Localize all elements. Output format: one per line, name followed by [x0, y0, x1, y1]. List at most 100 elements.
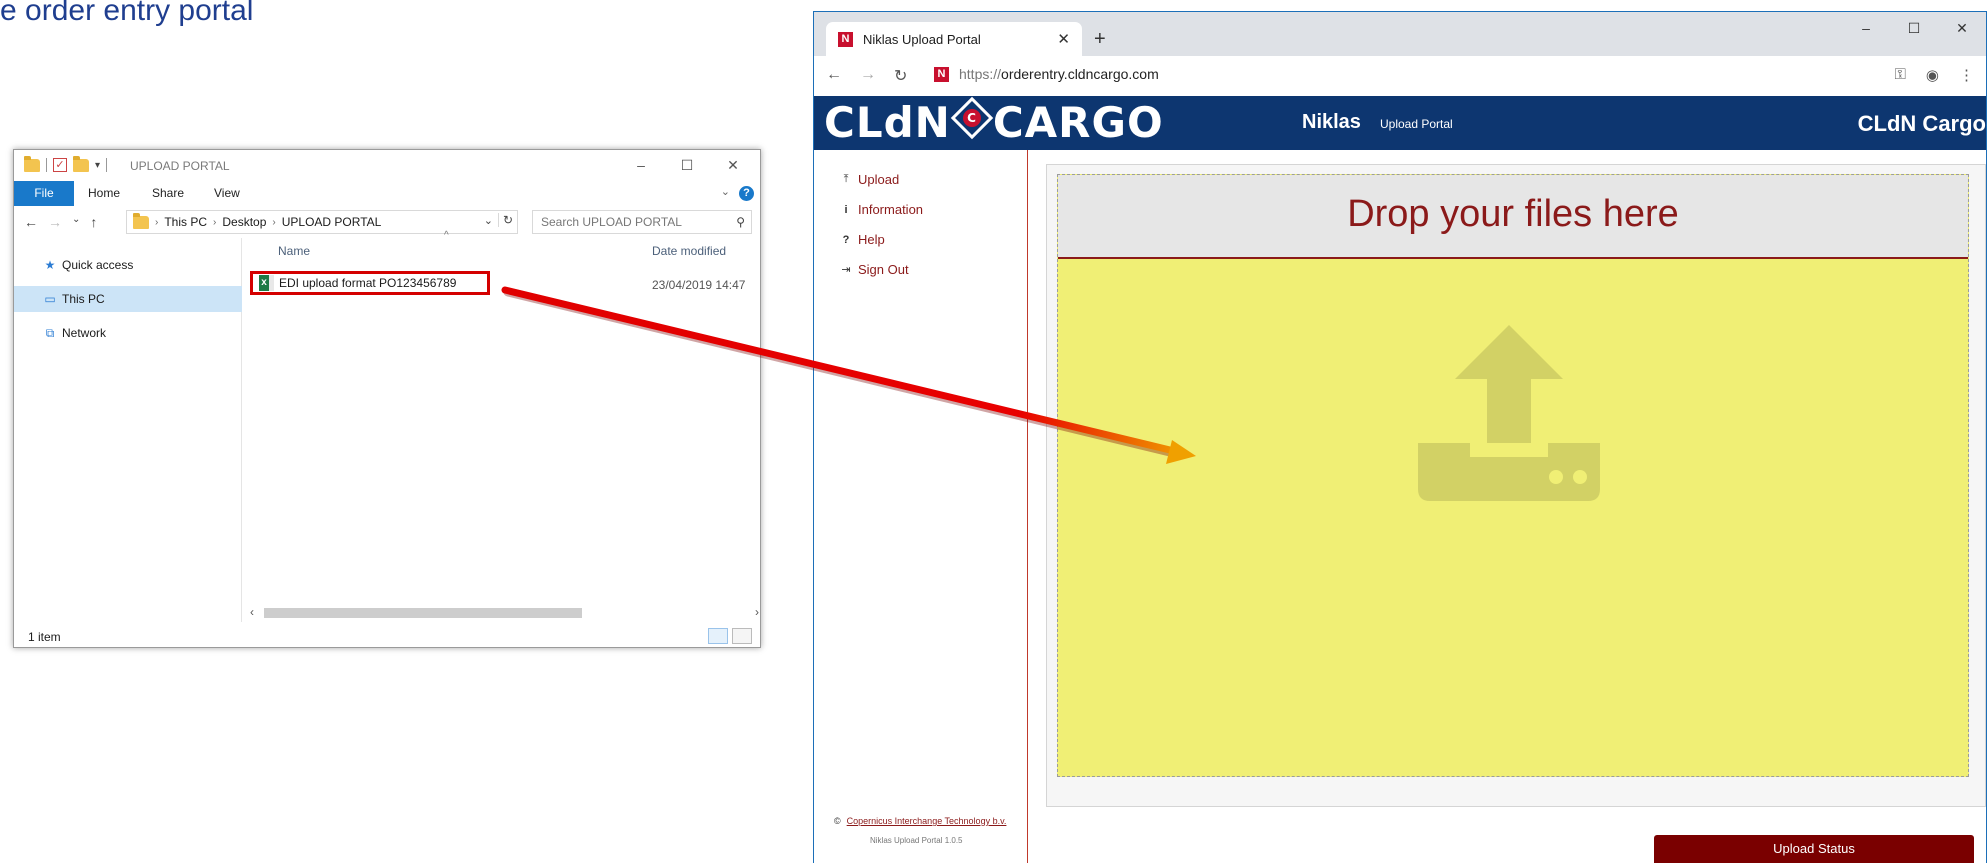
- up-arrow-icon[interactable]: ↑: [90, 214, 97, 230]
- portal-body: ⤒ Upload i Information ? Help ⇥ Sign Out © Co…: [814, 150, 1986, 863]
- nav-item-upload[interactable]: ⤒ Upload: [840, 172, 900, 187]
- maximize-icon[interactable]: ☐: [1890, 20, 1938, 37]
- sort-ascending-icon: ^: [444, 230, 449, 241]
- browser-nav: ← → ↻: [826, 66, 907, 86]
- search-icon[interactable]: ⚲: [736, 211, 745, 233]
- breadcrumb-this-pc[interactable]: This PC: [164, 215, 207, 229]
- portal-sidebar: ⤒ Upload i Information ? Help ⇥ Sign Out © Co…: [814, 150, 1028, 863]
- back-arrow-icon[interactable]: ←: [826, 66, 842, 86]
- explorer-window-controls: – ☐ ✕: [618, 153, 756, 177]
- portal-footer-copyright: © Copernicus Interchange Technology b.v.: [834, 816, 1006, 826]
- nav-item-sign-out[interactable]: ⇥ Sign Out: [840, 262, 908, 277]
- search-placeholder: Search UPLOAD PORTAL: [541, 215, 682, 229]
- close-icon[interactable]: ✕: [710, 153, 756, 177]
- column-header-date[interactable]: Date modified: [652, 244, 726, 258]
- nav-item-label: Information: [858, 202, 924, 217]
- computer-icon: ▭: [44, 292, 56, 306]
- profile-icon[interactable]: ◉: [1926, 66, 1939, 84]
- address-bar[interactable]: N https:// orderentry.cldncargo.com: [934, 66, 1159, 82]
- separator: [46, 158, 47, 172]
- minimize-icon[interactable]: –: [618, 153, 664, 177]
- scroll-right-icon[interactable]: ›: [755, 605, 759, 619]
- file-drop-zone[interactable]: Drop your files here: [1057, 174, 1969, 777]
- excel-file-icon: x: [259, 275, 274, 291]
- key-icon[interactable]: ⚿: [1894, 66, 1905, 84]
- search-input[interactable]: Search UPLOAD PORTAL ⚲: [532, 210, 752, 234]
- favicon: N: [838, 31, 853, 47]
- help-icon[interactable]: ?: [739, 186, 754, 201]
- recent-dropdown-icon[interactable]: ⌄: [72, 214, 80, 230]
- nav-item-help[interactable]: ? Help: [840, 232, 885, 247]
- chevron-right-icon[interactable]: ›: [272, 217, 275, 228]
- browser-window: N Niklas Upload Portal ✕ + – ☐ ✕ ← → ↻ N…: [813, 11, 1987, 863]
- site-icon: N: [934, 66, 949, 82]
- sidebar-item-label: This PC: [62, 292, 105, 306]
- nav-item-information[interactable]: i Information: [840, 202, 923, 217]
- browser-toolbar: ← → ↻ N https:// orderentry.cldncargo.co…: [814, 56, 1986, 96]
- sign-out-icon: ⇥: [841, 264, 851, 276]
- slide-title: e order entry portal: [0, 0, 254, 27]
- folder-icon: [133, 212, 149, 229]
- file-row-selected[interactable]: x EDI upload format PO123456789: [250, 271, 490, 295]
- url-host: orderentry.cldncargo.com: [1001, 66, 1159, 82]
- question-icon: ?: [842, 233, 850, 246]
- ribbon-expand-icon[interactable]: ⌄: [721, 185, 730, 198]
- maximize-icon[interactable]: ☐: [664, 153, 710, 177]
- refresh-icon[interactable]: ↻: [497, 213, 513, 227]
- sidebar-item-label: Quick access: [62, 258, 134, 272]
- ribbon-tab-file[interactable]: File: [14, 181, 74, 206]
- scrollbar-thumb[interactable]: [264, 608, 582, 618]
- status-bar: 1 item: [14, 626, 760, 648]
- info-icon: i: [844, 203, 848, 216]
- breadcrumb-desktop[interactable]: Desktop: [222, 215, 266, 229]
- address-dropdown-icon[interactable]: ⌄: [484, 214, 493, 227]
- file-date-modified: 23/04/2019 14:47: [652, 278, 746, 292]
- copyright-link[interactable]: Copernicus Interchange Technology b.v.: [847, 816, 1007, 826]
- separator: [106, 158, 108, 172]
- star-icon: ★: [44, 258, 56, 272]
- file-name: EDI upload format PO123456789: [279, 276, 457, 290]
- browser-tab[interactable]: N Niklas Upload Portal ✕: [826, 22, 1082, 56]
- app-name: Niklas: [1302, 111, 1361, 133]
- details-view-icon[interactable]: [708, 628, 728, 644]
- forward-arrow-icon[interactable]: →: [48, 214, 62, 230]
- logo-text-left: CLdN: [824, 98, 951, 147]
- app-subtitle: Upload Portal: [1380, 117, 1453, 131]
- reload-icon[interactable]: ↻: [894, 66, 907, 86]
- column-header-name[interactable]: Name: [278, 244, 310, 258]
- drop-zone-title: Drop your files here: [1347, 193, 1679, 235]
- sidebar-item-quick-access[interactable]: ★ Quick access: [14, 252, 242, 278]
- breadcrumb-upload-portal[interactable]: UPLOAD PORTAL: [282, 215, 382, 229]
- file-list: ^ Name Date modified x EDI upload format…: [244, 230, 761, 622]
- menu-icon[interactable]: ⋮: [1959, 66, 1974, 84]
- ribbon-tab-home[interactable]: Home: [88, 181, 120, 206]
- close-icon[interactable]: ✕: [1938, 20, 1986, 37]
- forward-arrow-icon[interactable]: →: [860, 66, 876, 86]
- customize-dropdown-icon[interactable]: ▾: [95, 160, 100, 171]
- sidebar-item-network[interactable]: ⧉ Network: [14, 320, 242, 346]
- minimize-icon[interactable]: –: [1842, 20, 1890, 37]
- tab-close-icon[interactable]: ✕: [1057, 30, 1070, 48]
- explorer-titlebar: ✓ ▾ UPLOAD PORTAL – ☐ ✕: [14, 150, 760, 180]
- new-folder-icon[interactable]: [73, 155, 89, 172]
- scroll-left-icon[interactable]: ‹: [250, 605, 254, 619]
- cldn-cargo-logo[interactable]: CLdN C CARGO: [824, 96, 1164, 147]
- horizontal-scrollbar[interactable]: ‹ ›: [244, 605, 761, 621]
- back-arrow-icon[interactable]: ←: [24, 214, 38, 230]
- ribbon-tab-view[interactable]: View: [214, 181, 240, 206]
- chevron-right-icon[interactable]: ›: [213, 217, 216, 228]
- new-tab-icon[interactable]: +: [1094, 28, 1106, 51]
- upload-icon: ⤒: [843, 173, 849, 185]
- navigation-pane: ★ Quick access ▭ This PC ⧉ Network: [14, 238, 242, 622]
- chevron-right-icon[interactable]: ›: [155, 217, 158, 228]
- url-scheme: https://: [959, 66, 1002, 82]
- address-bar[interactable]: › This PC › Desktop › UPLOAD PORTAL ⌄ ↻: [126, 210, 518, 234]
- upload-status-button[interactable]: Upload Status: [1654, 835, 1974, 863]
- ribbon-tab-share[interactable]: Share: [152, 181, 184, 206]
- sidebar-item-this-pc[interactable]: ▭ This PC: [14, 286, 242, 312]
- network-icon: ⧉: [45, 326, 55, 340]
- properties-icon[interactable]: ✓: [53, 158, 67, 172]
- explorer-window-title: UPLOAD PORTAL: [130, 159, 230, 173]
- large-icons-view-icon[interactable]: [732, 628, 752, 644]
- portal-version: Niklas Upload Portal 1.0.5: [870, 836, 963, 845]
